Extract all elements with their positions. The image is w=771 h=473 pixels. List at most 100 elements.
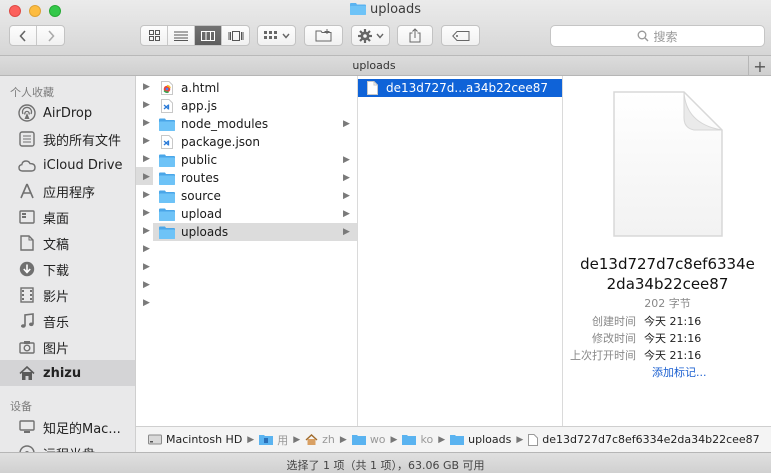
folder-icon: [159, 207, 175, 221]
sidebar-item-this-mac[interactable]: 知足的Mac...: [0, 414, 135, 440]
column-project[interactable]: a.html app.js node_modules ▶ package.json pub…: [153, 76, 358, 426]
sidebar-item-all-files[interactable]: 我的所有文件: [0, 126, 135, 152]
sidebar-item-icloud-drive[interactable]: iCloud Drive: [0, 152, 135, 178]
disclosure-arrow-icon: ▶: [143, 136, 150, 146]
icon-view-button[interactable]: [141, 26, 168, 45]
disclosure-arrow-icon: ▶: [343, 191, 350, 201]
nav-buttons: [9, 25, 65, 46]
path-item-file[interactable]: de13d727d7c8ef6334e2da34b22cee87: [528, 433, 760, 446]
disclosure-arrow-icon: ▶: [143, 244, 150, 254]
folder-row[interactable]: public ▶: [153, 151, 357, 169]
disclosure-arrow-icon: ▶: [143, 226, 150, 236]
path-item-label: zh: [322, 433, 335, 446]
sidebar-item-pictures[interactable]: 图片: [0, 334, 135, 360]
file-row[interactable]: package.json: [153, 133, 357, 151]
path-item-project[interactable]: ko: [402, 433, 433, 446]
path-item-label: ko: [420, 433, 434, 446]
sidebar-item-label: 知足的Mac...: [43, 421, 121, 437]
sidebar-item-documents[interactable]: 文稿: [0, 230, 135, 256]
folder-icon: [159, 225, 175, 239]
path-item-uploads[interactable]: uploads: [450, 433, 511, 446]
column-view-button[interactable]: [195, 26, 222, 45]
list-view-button[interactable]: [168, 26, 195, 45]
tab-uploads[interactable]: uploads: [0, 59, 748, 72]
sidebar-item-label: 图片: [43, 341, 70, 357]
item-name: node_modules: [181, 117, 269, 131]
chevron-down-icon: [281, 33, 290, 39]
folder-row[interactable]: upload ▶: [153, 205, 357, 223]
home-icon: [18, 364, 36, 382]
sidebar-item-movies[interactable]: 影片: [0, 282, 135, 308]
download-icon: [18, 260, 36, 278]
sidebar-item-home[interactable]: zhizu: [0, 360, 135, 386]
sidebar-item-music[interactable]: 音乐: [0, 308, 135, 334]
computer-icon: [18, 418, 36, 436]
cloud-icon: [18, 156, 36, 174]
file-row[interactable]: a.html: [153, 79, 357, 97]
path-item-home[interactable]: zh: [305, 433, 335, 446]
window-title-text: uploads: [369, 2, 422, 17]
path-separator-icon: ▶: [390, 434, 398, 445]
item-name: app.js: [181, 99, 217, 113]
forward-button[interactable]: [37, 26, 64, 45]
sidebar-item-downloads[interactable]: 下载: [0, 256, 135, 282]
disclosure-arrow-icon: ▶: [143, 262, 150, 272]
arrange-icon: [263, 30, 277, 39]
title-bar: uploads 搜索: [0, 0, 771, 56]
path-item-label: Macintosh HD: [166, 433, 243, 446]
meta-row-last-opened: 上次打开时间 今天 21:16: [564, 347, 771, 364]
gear-icon: [357, 28, 372, 43]
path-separator-icon: ▶: [438, 434, 446, 445]
preview-file-size: 202 字节: [644, 297, 691, 310]
disclosure-arrow-icon: ▶: [343, 209, 350, 219]
column-uploads[interactable]: de13d727d...a34b22cee87: [358, 76, 563, 426]
html-file-icon: [159, 81, 175, 95]
sidebar-devices-header: 设备: [10, 400, 32, 413]
disclosure-arrow-icon: ▶: [143, 280, 150, 290]
list-item[interactable]: de13d727d...a34b22cee87: [358, 79, 562, 97]
folder-row[interactable]: routes ▶: [153, 169, 357, 187]
path-item-label: 用: [277, 433, 289, 447]
tab-bar: uploads +: [0, 56, 771, 76]
search-field[interactable]: 搜索: [550, 25, 765, 47]
folder-icon: [351, 434, 366, 445]
view-mode-control: [140, 25, 250, 46]
sidebar-item-applications[interactable]: 应用程序: [0, 178, 135, 204]
back-button[interactable]: [10, 26, 37, 45]
arrange-button[interactable]: [257, 25, 296, 46]
share-icon: [409, 28, 421, 43]
window-title: uploads: [0, 2, 771, 19]
folder-icon: [402, 434, 417, 445]
folder-row[interactable]: source ▶: [153, 187, 357, 205]
preview-pane: de13d727d7c8ef6334e 2da34b22cee87 202 字节…: [564, 76, 771, 426]
sidebar-item-desktop[interactable]: 桌面: [0, 204, 135, 230]
item-name: a.html: [181, 81, 220, 95]
add-tags-link[interactable]: 添加标记...: [652, 364, 707, 380]
sidebar-item-remote-disc[interactable]: 远程光盘: [0, 440, 135, 452]
user-folder-icon: [259, 434, 274, 445]
list-icon: [174, 31, 188, 41]
folder-row[interactable]: uploads ▶: [153, 223, 357, 241]
coverflow-view-button[interactable]: [222, 26, 249, 45]
share-button[interactable]: [397, 25, 433, 46]
item-name: uploads: [181, 225, 229, 239]
path-item-users[interactable]: 用: [259, 432, 288, 448]
path-separator-icon: ▶: [247, 434, 255, 445]
new-tab-button[interactable]: +: [748, 56, 771, 76]
file-row[interactable]: app.js: [153, 97, 357, 115]
pictures-icon: [18, 338, 36, 356]
path-bar: Macintosh HD ▶ 用 ▶ zh ▶ wo ▶ ko ▶ upload…: [136, 426, 771, 452]
disclosure-arrow-icon: ▶: [343, 155, 350, 165]
folder-icon: [349, 2, 366, 19]
meta-label: 上次打开时间: [570, 349, 636, 362]
tags-button[interactable]: [441, 25, 480, 46]
new-folder-button[interactable]: [304, 25, 343, 46]
path-item-macintosh-hd[interactable]: Macintosh HD: [148, 433, 242, 446]
folder-row[interactable]: node_modules ▶: [153, 115, 357, 133]
disclosure-arrow-icon: ▶: [343, 227, 350, 237]
disclosure-arrow-icon: ▶: [143, 118, 150, 128]
meta-value: 今天 21:16: [644, 332, 702, 345]
path-item-work[interactable]: wo: [351, 433, 386, 446]
sidebar-item-airdrop[interactable]: AirDrop: [0, 100, 135, 126]
action-button[interactable]: [351, 25, 390, 46]
